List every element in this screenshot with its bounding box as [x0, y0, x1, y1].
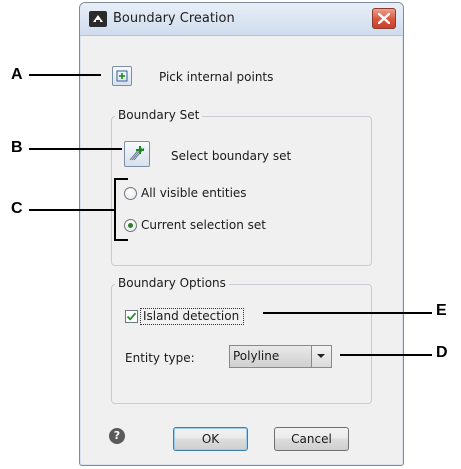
callout-c-bracket — [114, 178, 116, 241]
title-bar: Boundary Creation — [80, 3, 403, 36]
entity-type-select[interactable]: Polyline — [229, 345, 332, 368]
boundary-options-title: Boundary Options — [115, 276, 229, 290]
callout-c: C — [11, 200, 23, 217]
radio-all-visible-entities[interactable] — [124, 187, 137, 200]
dialog-title: Boundary Creation — [113, 11, 235, 26]
radio-selected-dot — [128, 223, 133, 228]
pick-points-icon — [116, 70, 128, 82]
close-icon — [378, 13, 390, 24]
callout-d-line — [340, 354, 432, 356]
island-detection-checkbox[interactable] — [125, 310, 138, 323]
entity-type-dropdown-button[interactable] — [311, 346, 331, 367]
boundary-set-title: Boundary Set — [115, 108, 203, 122]
callout-b: B — [11, 139, 23, 156]
help-icon[interactable]: ? — [109, 428, 125, 444]
callout-c-line — [29, 209, 115, 211]
select-boundary-set-label: Select boundary set — [171, 149, 292, 163]
callout-a: A — [11, 66, 23, 83]
close-button[interactable] — [372, 8, 396, 29]
checkmark-icon — [126, 312, 137, 321]
radio-all-visible-label: All visible entities — [141, 186, 247, 200]
select-boundary-set-button[interactable] — [124, 141, 150, 167]
ok-button[interactable]: OK — [173, 427, 248, 451]
callout-b-line — [29, 148, 122, 150]
callout-a-line — [29, 74, 101, 76]
callout-e-line — [263, 312, 432, 314]
island-detection-label: Island detection — [143, 309, 240, 323]
boundary-options-group — [111, 284, 372, 404]
chevron-down-icon — [317, 354, 325, 358]
app-icon — [89, 11, 107, 27]
select-boundary-icon — [129, 146, 145, 161]
radio-current-selection-label: Current selection set — [141, 218, 266, 232]
entity-type-value: Polyline — [230, 346, 311, 367]
pick-internal-points-label: Pick internal points — [159, 70, 274, 84]
callout-c-bracket-bottom — [114, 239, 128, 241]
pick-internal-points-button[interactable] — [112, 66, 132, 86]
callout-e: E — [436, 302, 447, 319]
radio-current-selection-set[interactable] — [124, 219, 137, 232]
entity-type-label: Entity type: — [125, 351, 195, 365]
callout-c-bracket-top — [114, 178, 128, 180]
cancel-button[interactable]: Cancel — [274, 427, 349, 451]
callout-d: D — [436, 344, 448, 361]
boundary-creation-dialog: Boundary Creation Pick internal points B… — [79, 2, 404, 466]
